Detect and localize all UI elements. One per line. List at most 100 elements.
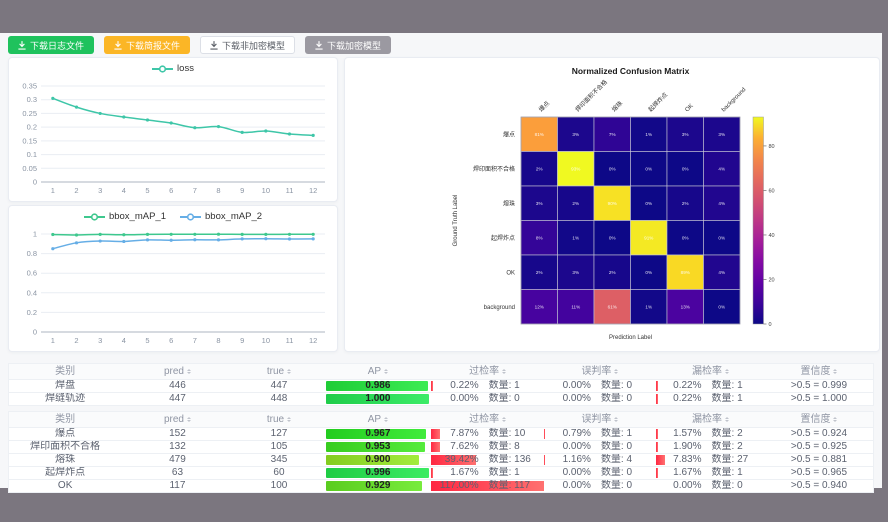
rate-percent: 0.00% xyxy=(547,393,591,405)
table-header-true[interactable]: true xyxy=(234,364,325,379)
header-label: true xyxy=(267,412,284,427)
pred-cell: 446 xyxy=(121,380,233,392)
svg-text:1: 1 xyxy=(33,230,37,239)
legend-item-bbox_mAP_2[interactable]: bbox_mAP_2 xyxy=(180,211,262,222)
sort-caret-icon[interactable] xyxy=(833,415,837,424)
sort-caret-icon[interactable] xyxy=(187,415,191,424)
sort-caret-icon[interactable] xyxy=(614,415,618,424)
caret-up-icon xyxy=(725,415,729,419)
svg-text:9: 9 xyxy=(240,186,244,195)
sort-caret-icon[interactable] xyxy=(287,415,291,424)
legend-item-loss[interactable]: loss xyxy=(152,63,194,74)
ap-value: 0.900 xyxy=(326,455,429,465)
sort-caret-icon[interactable] xyxy=(384,367,388,376)
sort-caret-icon[interactable] xyxy=(187,367,191,376)
download-button-label: 下载非加密模型 xyxy=(222,39,285,52)
ap-cell: 0.986 xyxy=(324,380,431,392)
matrix-cell-value: 1% xyxy=(572,236,579,241)
bbox-map-chart: 00.20.40.60.81123456789101112 xyxy=(11,226,337,348)
table-header-误判率[interactable]: 误判率 xyxy=(544,364,656,379)
matrix-cell-value: 0% xyxy=(645,167,652,172)
download-button-4[interactable]: 下载加密模型 xyxy=(305,36,391,54)
table-header-误判率[interactable]: 误判率 xyxy=(544,412,656,427)
confidence-cell: >0.5 = 0.881 xyxy=(765,454,873,466)
matrix-row-label: 爆点 xyxy=(503,130,515,138)
table-header-置信度[interactable]: 置信度 xyxy=(765,364,873,379)
sort-caret-icon[interactable] xyxy=(502,367,506,376)
caret-up-icon xyxy=(287,415,291,419)
matrix-cell-value: 81% xyxy=(535,132,544,137)
rate-percent: 0.22% xyxy=(658,393,702,405)
colorbar-tick: 80 xyxy=(769,144,775,150)
ap-value: 0.953 xyxy=(326,442,429,452)
metrics-tables: 类别predtrueAP过检率误判率漏检率置信度焊盘4464470.9860.2… xyxy=(8,363,874,493)
matrix-col-label: background xyxy=(721,87,747,113)
caret-up-icon xyxy=(287,367,291,371)
table-header-类别: 类别 xyxy=(9,412,121,427)
caret-up-icon xyxy=(614,415,618,419)
miss-rate-cell: 0.22%数量: 1 xyxy=(656,380,765,392)
table-row: 起焊炸点63600.9961.67%数量: 10.00%数量: 01.67%数量… xyxy=(9,467,873,480)
header-label: 误判率 xyxy=(581,364,611,379)
table-header-row: 类别pred true AP过检率误判率漏检率置信度 xyxy=(9,412,873,428)
download-button-label: 下载加密模型 xyxy=(327,39,381,52)
sort-caret-icon[interactable] xyxy=(502,415,506,424)
sort-caret-icon[interactable] xyxy=(287,367,291,376)
legend-label: loss xyxy=(177,63,194,74)
table-header-漏检率[interactable]: 漏检率 xyxy=(656,412,765,427)
svg-text:7: 7 xyxy=(193,336,197,345)
matrix-col-label: 焊印面积不合格 xyxy=(574,78,609,113)
sort-caret-icon[interactable] xyxy=(725,367,729,376)
svg-text:11: 11 xyxy=(286,336,294,345)
caret-down-icon xyxy=(502,372,506,376)
table-header-置信度[interactable]: 置信度 xyxy=(765,412,873,427)
rate-percent: 0.00% xyxy=(547,467,591,479)
caret-down-icon xyxy=(187,372,191,376)
over-rate-cell: 117.00%数量: 117 xyxy=(431,480,543,492)
ap-cell: 0.900 xyxy=(324,454,431,466)
download-button-3[interactable]: 下载非加密模型 xyxy=(200,36,295,54)
rate-count: 数量: 136 xyxy=(489,454,541,466)
ap-cell: 1.000 xyxy=(324,393,431,405)
matrix-cell-value: 89% xyxy=(681,270,690,275)
rate-percent: 0.00% xyxy=(547,480,591,492)
true-cell: 105 xyxy=(234,441,325,453)
map-chart-card: bbox_mAP_1bbox_mAP_2 00.20.40.60.8112345… xyxy=(8,205,338,352)
legend-item-bbox_mAP_1[interactable]: bbox_mAP_1 xyxy=(84,211,166,222)
svg-text:6: 6 xyxy=(169,186,173,195)
table-header-过检率[interactable]: 过检率 xyxy=(431,412,543,427)
table-header-AP[interactable]: AP xyxy=(324,364,431,379)
table-header-pred[interactable]: pred xyxy=(121,412,233,427)
sort-caret-icon[interactable] xyxy=(833,367,837,376)
table-header-true[interactable]: true xyxy=(234,412,325,427)
download-button-2[interactable]: 下载简报文件 xyxy=(104,36,190,54)
matrix-cell-value: 4% xyxy=(718,167,725,172)
svg-text:0.15: 0.15 xyxy=(22,136,37,145)
table-header-过检率[interactable]: 过检率 xyxy=(431,364,543,379)
rate-percent: 0.00% xyxy=(435,393,479,405)
confidence-cell: >0.5 = 0.940 xyxy=(765,480,873,492)
table-header-漏检率[interactable]: 漏检率 xyxy=(656,364,765,379)
matrix-row-label: 熔珠 xyxy=(503,199,515,207)
loss-legend: loss xyxy=(9,63,337,74)
svg-text:1: 1 xyxy=(51,186,55,195)
sort-caret-icon[interactable] xyxy=(725,415,729,424)
rate-percent: 39.42% xyxy=(435,454,479,466)
class-cell: 熔珠 xyxy=(9,454,121,466)
caret-down-icon xyxy=(187,420,191,424)
table-header-AP[interactable]: AP xyxy=(324,412,431,427)
caret-up-icon xyxy=(502,415,506,419)
rate-count: 数量: 27 xyxy=(712,454,764,466)
over-rate-cell: 1.67%数量: 1 xyxy=(431,467,543,479)
pred-cell: 63 xyxy=(121,467,233,479)
matrix-cell-value: 0% xyxy=(718,305,725,310)
sort-caret-icon[interactable] xyxy=(614,367,618,376)
table-header-pred[interactable]: pred xyxy=(121,364,233,379)
download-button-1[interactable]: 下载日志文件 xyxy=(8,36,94,54)
caret-down-icon xyxy=(614,372,618,376)
confidence-cell: >0.5 = 0.965 xyxy=(765,467,873,479)
sort-caret-icon[interactable] xyxy=(384,415,388,424)
ap-cell: 0.967 xyxy=(324,428,431,440)
class-cell: 焊缝轨迹 xyxy=(9,393,121,405)
confusion-matrix-card: Normalized Confusion Matrix爆点焊印面积不合格熔珠起焊… xyxy=(344,57,880,352)
